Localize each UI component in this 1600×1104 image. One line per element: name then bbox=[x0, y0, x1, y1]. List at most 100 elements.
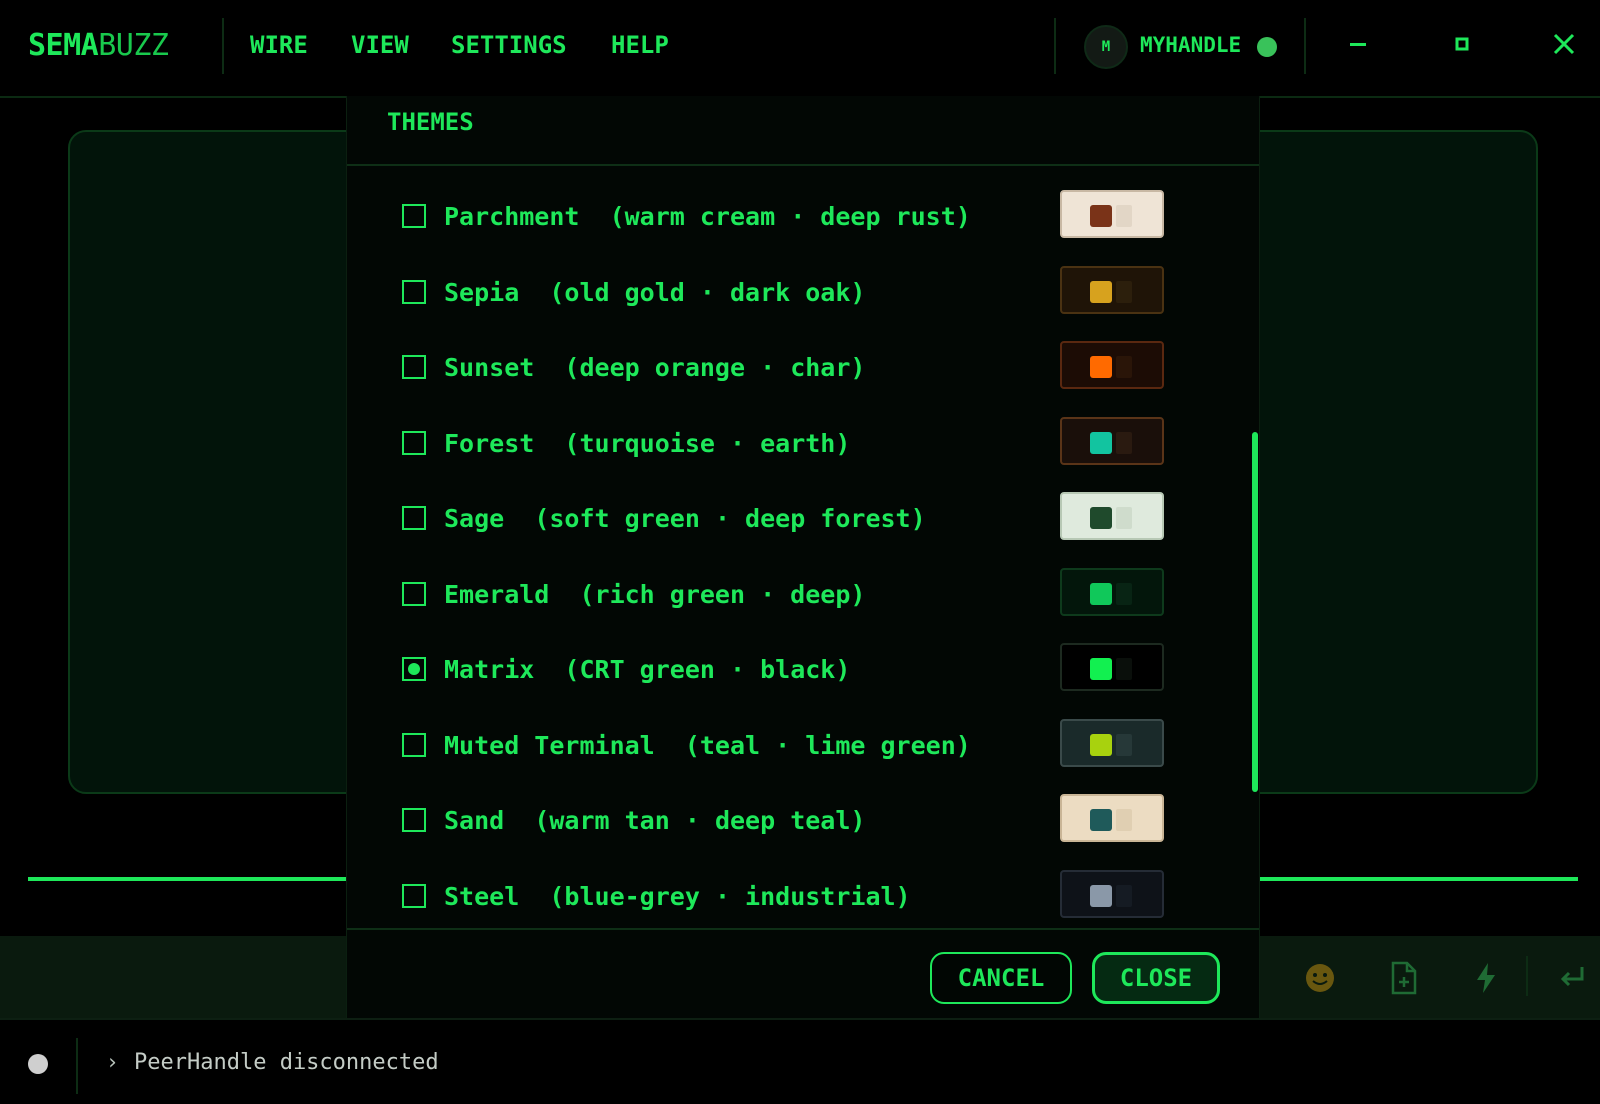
theme-description: (blue-grey · industrial) bbox=[549, 882, 911, 911]
theme-label: Forest (turquoise · earth) bbox=[444, 429, 850, 458]
secondary-color-chip bbox=[1116, 281, 1132, 303]
theme-description: (deep orange · char) bbox=[564, 353, 866, 382]
theme-label: Emerald (rich green · deep) bbox=[444, 580, 865, 609]
theme-label: Matrix (CRT green · black) bbox=[444, 655, 850, 684]
send-button[interactable] bbox=[1554, 960, 1590, 996]
theme-name: Steel bbox=[444, 882, 520, 911]
theme-option[interactable]: Steel (blue-grey · industrial) bbox=[402, 872, 1042, 924]
close-icon bbox=[1553, 33, 1575, 55]
theme-checkbox[interactable] bbox=[402, 582, 426, 606]
minimize-icon bbox=[1350, 43, 1366, 46]
close-button[interactable]: CLOSE bbox=[1092, 952, 1220, 1004]
divider bbox=[1304, 18, 1306, 74]
theme-checkbox[interactable] bbox=[402, 355, 426, 379]
lightning-icon bbox=[1477, 963, 1495, 993]
theme-checkbox[interactable] bbox=[402, 506, 426, 530]
progress-line-left bbox=[28, 877, 346, 881]
primary-color-chip bbox=[1090, 281, 1112, 303]
theme-option[interactable]: Sage (soft green · deep forest) bbox=[402, 494, 1042, 546]
theme-description: (old gold · dark oak) bbox=[549, 278, 866, 307]
theme-label: Sand (warm tan · deep teal) bbox=[444, 806, 865, 835]
theme-description: (teal · lime green) bbox=[684, 731, 971, 760]
primary-color-chip bbox=[1090, 734, 1112, 756]
theme-description: (CRT green · black) bbox=[564, 655, 851, 684]
theme-swatch[interactable] bbox=[1060, 190, 1164, 238]
theme-swatch[interactable] bbox=[1060, 870, 1164, 918]
theme-label: Sunset (deep orange · char) bbox=[444, 353, 865, 382]
theme-swatch[interactable] bbox=[1060, 568, 1164, 616]
theme-swatch[interactable] bbox=[1060, 719, 1164, 767]
theme-checkbox[interactable] bbox=[402, 657, 426, 681]
theme-description: (rich green · deep) bbox=[579, 580, 866, 609]
cancel-button[interactable]: CANCEL bbox=[930, 952, 1072, 1004]
menu-help[interactable]: HELP bbox=[611, 31, 669, 59]
user-handle[interactable]: MYHANDLE bbox=[1140, 33, 1241, 57]
theme-swatch[interactable] bbox=[1060, 492, 1164, 540]
theme-option[interactable]: Parchment (warm cream · deep rust) bbox=[402, 192, 1042, 244]
buzz-button[interactable] bbox=[1468, 960, 1504, 996]
menu-view[interactable]: VIEW bbox=[351, 31, 409, 59]
brand-part-a: SEMA bbox=[28, 28, 99, 63]
theme-name: Sunset bbox=[444, 353, 535, 382]
primary-color-chip bbox=[1090, 583, 1112, 605]
divider bbox=[1526, 956, 1528, 996]
theme-option[interactable]: Sand (warm tan · deep teal) bbox=[402, 796, 1042, 848]
theme-swatch[interactable] bbox=[1060, 341, 1164, 389]
theme-swatch[interactable] bbox=[1060, 266, 1164, 314]
divider bbox=[1054, 18, 1056, 74]
theme-description: (turquoise · earth) bbox=[564, 429, 851, 458]
theme-checkbox[interactable] bbox=[402, 280, 426, 304]
menu-settings[interactable]: SETTINGS bbox=[451, 31, 567, 59]
primary-color-chip bbox=[1090, 658, 1112, 680]
theme-description: (warm tan · deep teal) bbox=[534, 806, 866, 835]
primary-color-chip bbox=[1090, 885, 1112, 907]
emoji-button[interactable] bbox=[1302, 960, 1338, 996]
status-message: PeerHandle disconnected bbox=[134, 1050, 439, 1075]
minimize-button[interactable] bbox=[1338, 24, 1378, 64]
theme-option[interactable]: Sunset (deep orange · char) bbox=[402, 343, 1042, 395]
prompt-icon: › bbox=[106, 1050, 119, 1074]
theme-label: Steel (blue-grey · industrial) bbox=[444, 882, 911, 911]
selected-dot-icon bbox=[408, 663, 420, 675]
primary-color-chip bbox=[1090, 205, 1112, 227]
secondary-color-chip bbox=[1116, 583, 1132, 605]
theme-checkbox[interactable] bbox=[402, 204, 426, 228]
divider bbox=[76, 1038, 78, 1094]
maximize-button[interactable] bbox=[1442, 24, 1482, 64]
primary-color-chip bbox=[1090, 432, 1112, 454]
theme-swatch[interactable] bbox=[1060, 417, 1164, 465]
emoji-icon bbox=[1306, 964, 1334, 992]
theme-option[interactable]: Emerald (rich green · deep) bbox=[402, 570, 1042, 622]
theme-option[interactable]: Sepia (old gold · dark oak) bbox=[402, 268, 1042, 320]
theme-name: Sand bbox=[444, 806, 505, 835]
avatar[interactable]: M bbox=[1084, 25, 1128, 69]
theme-name: Muted Terminal bbox=[444, 731, 655, 760]
maximize-icon bbox=[1455, 37, 1469, 51]
theme-name: Sage bbox=[444, 504, 505, 533]
attach-file-button[interactable] bbox=[1386, 960, 1422, 996]
scrollbar-thumb[interactable] bbox=[1252, 432, 1258, 792]
theme-checkbox[interactable] bbox=[402, 884, 426, 908]
secondary-color-chip bbox=[1116, 734, 1132, 756]
theme-checkbox[interactable] bbox=[402, 808, 426, 832]
theme-swatch[interactable] bbox=[1060, 794, 1164, 842]
theme-option[interactable]: Matrix (CRT green · black) bbox=[402, 645, 1042, 697]
theme-name: Sepia bbox=[444, 278, 520, 307]
theme-label: Muted Terminal (teal · lime green) bbox=[444, 731, 971, 760]
primary-color-chip bbox=[1090, 809, 1112, 831]
primary-color-chip bbox=[1090, 356, 1112, 378]
theme-option[interactable]: Muted Terminal (teal · lime green) bbox=[402, 721, 1042, 773]
theme-checkbox[interactable] bbox=[402, 431, 426, 455]
connection-status-dot bbox=[28, 1054, 48, 1074]
theme-option[interactable]: Forest (turquoise · earth) bbox=[402, 419, 1042, 471]
theme-swatch[interactable] bbox=[1060, 643, 1164, 691]
theme-checkbox[interactable] bbox=[402, 733, 426, 757]
secondary-color-chip bbox=[1116, 885, 1132, 907]
theme-name: Matrix bbox=[444, 655, 535, 684]
menu-wire[interactable]: WIRE bbox=[250, 31, 308, 59]
progress-line-right bbox=[1258, 877, 1578, 881]
close-window-button[interactable] bbox=[1544, 24, 1584, 64]
app-logo: SEMABUZZ bbox=[28, 28, 169, 63]
primary-color-chip bbox=[1090, 507, 1112, 529]
theme-name: Emerald bbox=[444, 580, 550, 609]
